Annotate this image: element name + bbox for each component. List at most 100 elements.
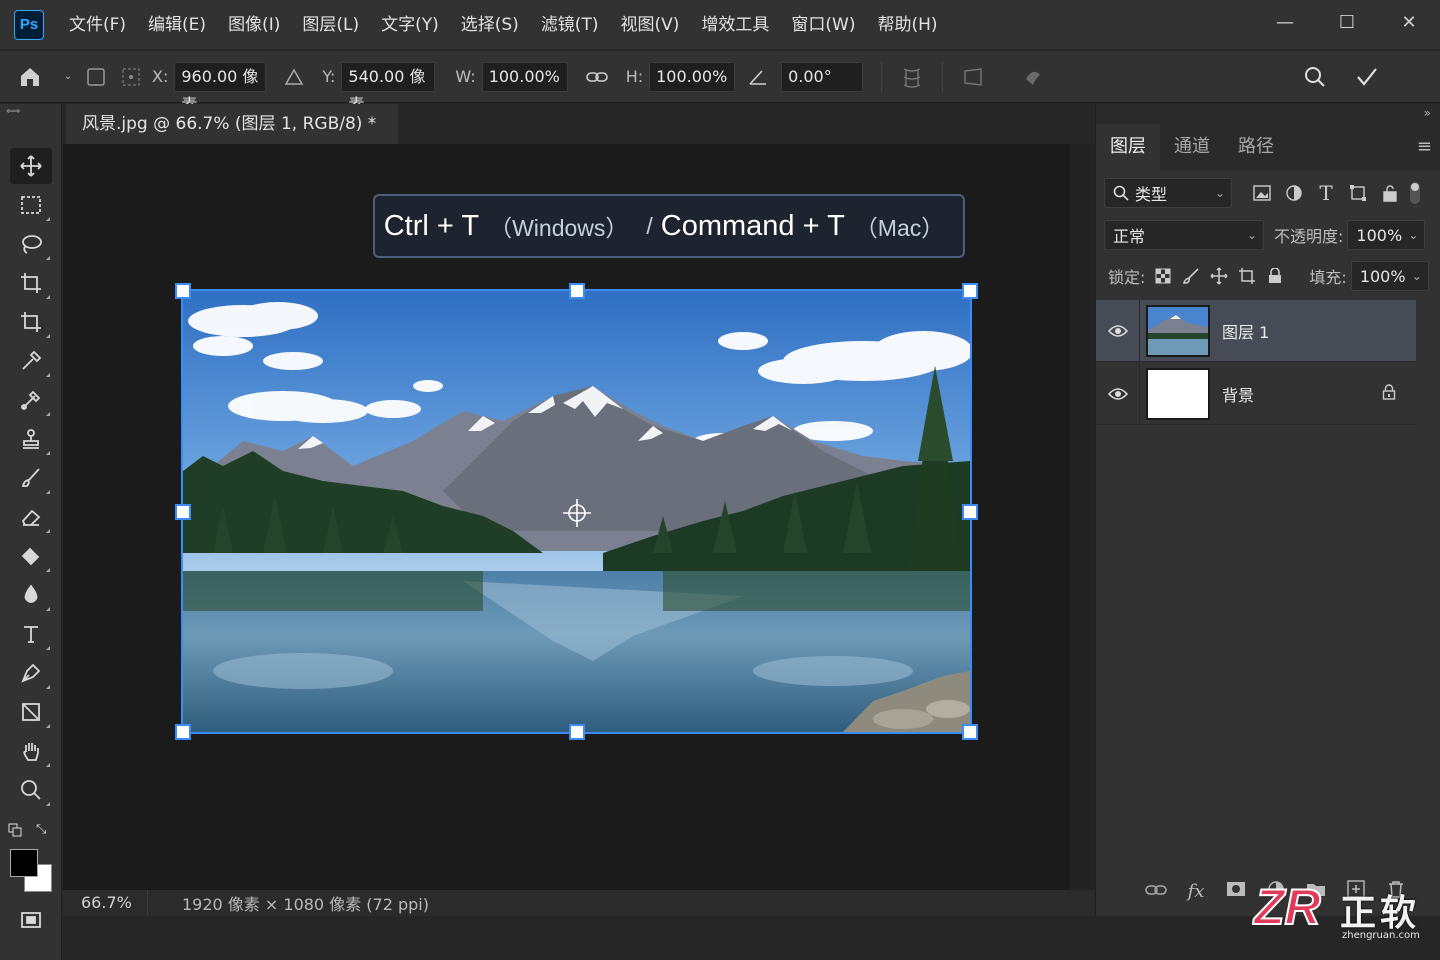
- menu-edit[interactable]: 编辑(E): [137, 0, 217, 50]
- w-field[interactable]: 100.00%: [481, 61, 568, 92]
- lock-position-icon[interactable]: [1209, 266, 1229, 286]
- x-field[interactable]: 960.00 像素: [174, 61, 267, 114]
- transform-handle-top-left[interactable]: [175, 283, 191, 299]
- document-info: 1920 像素 × 1080 像素 (72 ppi): [182, 895, 429, 914]
- pen-tool[interactable]: [10, 655, 52, 691]
- layer-name[interactable]: 图层 1: [1222, 319, 1269, 343]
- menu-help[interactable]: 帮助(H): [866, 0, 948, 50]
- blend-mode-dropdown[interactable]: 正常 ⌄: [1104, 220, 1264, 250]
- layer-filter-dropdown[interactable]: 类型 ⌄: [1104, 178, 1232, 208]
- adjustment-filter-icon[interactable]: [1284, 183, 1304, 203]
- search-icon[interactable]: [1289, 66, 1341, 88]
- object-selection-tool[interactable]: [10, 265, 52, 301]
- document-tab[interactable]: 风景.jpg @ 66.7% (图层 1, RGB/8) *: [66, 104, 398, 144]
- lock-all-icon[interactable]: [1265, 266, 1285, 286]
- blur-tool[interactable]: [10, 577, 52, 613]
- w-label: W:: [455, 67, 476, 86]
- crop-tool[interactable]: [10, 304, 52, 340]
- type-tool[interactable]: [10, 616, 52, 652]
- reference-point-checkbox[interactable]: [76, 67, 116, 86]
- layer-name[interactable]: 背景: [1222, 382, 1254, 406]
- swap-colors-icon[interactable]: ⤡: [36, 822, 46, 837]
- zoom-level[interactable]: 66.7%: [63, 890, 148, 916]
- healing-brush-tool[interactable]: [10, 382, 52, 418]
- foreground-color-swatch[interactable]: [10, 849, 38, 877]
- menu-image[interactable]: 图像(I): [217, 0, 291, 50]
- commit-transform-check-icon[interactable]: [1341, 66, 1393, 88]
- eyedropper-tool[interactable]: [10, 343, 52, 379]
- shortcut-separator: /: [646, 212, 653, 239]
- close-button[interactable]: ✕: [1378, 0, 1440, 44]
- opacity-field[interactable]: 100% ⌄: [1347, 220, 1426, 250]
- svg-text:ZR: ZR: [1252, 879, 1321, 935]
- home-icon[interactable]: [0, 65, 60, 89]
- link-layers-icon[interactable]: [1136, 881, 1176, 902]
- collapse-panel-icon[interactable]: »: [1096, 104, 1440, 124]
- zoom-tool[interactable]: [10, 772, 52, 808]
- link-icon[interactable]: [568, 70, 626, 84]
- move-tool[interactable]: [10, 148, 52, 184]
- visibility-eye-icon[interactable]: [1096, 362, 1140, 425]
- layer-row-layer1[interactable]: 图层 1: [1096, 299, 1416, 362]
- warp-icon[interactable]: [882, 65, 942, 89]
- maximize-button[interactable]: ☐: [1316, 0, 1378, 44]
- layer-lock-icon[interactable]: [1382, 383, 1396, 404]
- image-filter-icon[interactable]: [1252, 183, 1272, 203]
- lock-pixels-brush-icon[interactable]: [1181, 266, 1201, 286]
- transform-handle-bottom-right[interactable]: [962, 724, 978, 740]
- menu-select[interactable]: 选择(S): [450, 0, 530, 50]
- blend-mode-value: 正常: [1113, 227, 1146, 246]
- hand-tool[interactable]: [10, 733, 52, 769]
- tab-paths[interactable]: 路径: [1224, 124, 1288, 170]
- rectangle-tool[interactable]: [10, 694, 52, 730]
- h-field[interactable]: 100.00%: [649, 61, 736, 92]
- vertical-scrollbar[interactable]: [1070, 144, 1094, 890]
- marquee-tool[interactable]: [10, 187, 52, 223]
- chevron-down-icon[interactable]: ⌄: [60, 71, 76, 82]
- menu-filter[interactable]: 滤镜(T): [530, 0, 610, 50]
- tab-layers[interactable]: 图层: [1096, 124, 1160, 170]
- filter-toggle[interactable]: [1410, 182, 1420, 204]
- menu-window[interactable]: 窗口(W): [780, 0, 866, 50]
- menu-file[interactable]: 文件(F): [58, 0, 137, 50]
- smart-object-filter-icon[interactable]: [1380, 183, 1400, 203]
- puppet-icon[interactable]: [1003, 65, 1063, 89]
- transform-handle-bottom[interactable]: [569, 724, 585, 740]
- menu-type[interactable]: 文字(Y): [370, 0, 450, 50]
- lasso-tool[interactable]: [10, 226, 52, 262]
- paint-bucket-tool[interactable]: [10, 538, 52, 574]
- shape-filter-icon[interactable]: [1348, 183, 1368, 203]
- tab-channels[interactable]: 通道: [1160, 124, 1224, 170]
- switch-transform-icon[interactable]: [943, 65, 1003, 89]
- layer-row-background[interactable]: 背景: [1096, 362, 1416, 425]
- angle-field[interactable]: 0.00°: [781, 61, 864, 92]
- reference-point-crosshair-icon[interactable]: [562, 498, 592, 528]
- relative-position-icon[interactable]: [266, 67, 322, 87]
- transform-handle-bottom-left[interactable]: [175, 724, 191, 740]
- quick-mask-icon[interactable]: [10, 902, 52, 938]
- panel-menu-icon[interactable]: ≡: [1417, 136, 1432, 157]
- minimize-button[interactable]: —: [1254, 0, 1316, 44]
- lock-artboard-icon[interactable]: [1237, 266, 1257, 286]
- transform-handle-right[interactable]: [962, 504, 978, 520]
- clone-stamp-tool[interactable]: [10, 421, 52, 457]
- reference-point-icon[interactable]: [116, 67, 146, 87]
- lock-transparent-icon[interactable]: [1153, 266, 1173, 286]
- transform-handle-top[interactable]: [569, 283, 585, 299]
- expand-icon[interactable]: ⟺: [6, 106, 20, 117]
- y-field[interactable]: 540.00 像素: [341, 61, 436, 114]
- eraser-tool[interactable]: [10, 499, 52, 535]
- lock-row: 锁定: 填充: 100% ⌄: [1096, 261, 1440, 291]
- transform-handle-top-right[interactable]: [962, 283, 978, 299]
- brush-tool[interactable]: [10, 460, 52, 496]
- transform-handle-left[interactable]: [175, 504, 191, 520]
- menu-view[interactable]: 视图(V): [609, 0, 690, 50]
- fill-field[interactable]: 100% ⌄: [1350, 261, 1429, 291]
- add-mask-icon[interactable]: [1216, 881, 1256, 902]
- menu-layer[interactable]: 图层(L): [291, 0, 370, 50]
- type-filter-icon[interactable]: T: [1316, 181, 1336, 205]
- layer-effects-fx-icon[interactable]: fx: [1176, 881, 1216, 902]
- menu-plugins[interactable]: 增效工具: [690, 0, 780, 50]
- visibility-eye-icon[interactable]: [1096, 299, 1140, 362]
- default-colors-icon[interactable]: [8, 822, 24, 837]
